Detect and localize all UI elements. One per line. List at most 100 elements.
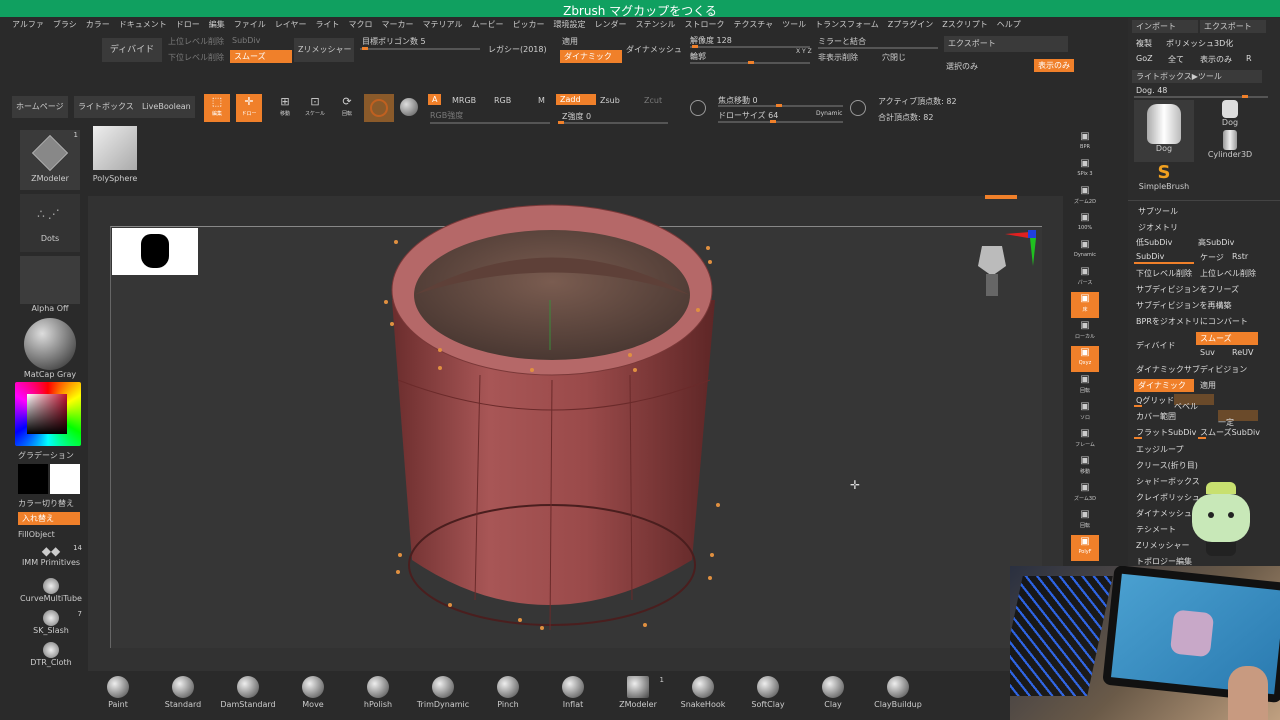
shelf-button-6[interactable]: ▣ 床 <box>1071 292 1099 318</box>
rstr-button[interactable]: Rstr <box>1232 252 1248 261</box>
color-picker-square[interactable] <box>27 394 67 434</box>
make-polymesh-button[interactable]: ポリメッシュ3D化 <box>1166 38 1233 49</box>
hide-delete-button[interactable]: 非表示削除 <box>818 52 858 63</box>
shelf-button-10[interactable]: ▣ ソロ <box>1071 400 1099 426</box>
shelf-button-5[interactable]: ▣ パース <box>1071 265 1099 291</box>
menu-item[interactable]: ピッカー <box>512 19 544 30</box>
navigation-thumbnail[interactable] <box>112 228 198 275</box>
focal-shift-knob[interactable] <box>776 104 782 107</box>
qgrid-slider-knob[interactable] <box>1134 405 1142 407</box>
delete-lower-button[interactable]: 下位レベル削除 <box>1136 268 1192 279</box>
brush-zmodeler[interactable]: ZModeler 1 <box>608 676 668 716</box>
cylinder3d-thumb[interactable]: Cylinder3D <box>1200 130 1260 160</box>
cage-button[interactable]: ケージ <box>1200 252 1224 263</box>
primary-color-swatch[interactable] <box>18 464 48 494</box>
shelf-button-11[interactable]: ▣ フレーム <box>1071 427 1099 453</box>
resolution-track[interactable] <box>690 46 810 48</box>
subdiv-slider-bar[interactable] <box>1134 262 1194 264</box>
apply-button[interactable]: 適用 <box>562 36 578 47</box>
s-circle-icon[interactable] <box>690 100 706 116</box>
dog-slider[interactable]: Dog. 48 <box>1136 86 1167 95</box>
resolution-knob[interactable] <box>692 45 698 48</box>
simplebrush-thumb[interactable]: S SimpleBrush <box>1134 164 1194 194</box>
dynamic-toggle[interactable]: ダイナミック <box>560 50 622 63</box>
target-polygons-slider[interactable]: 目標ポリゴン数 5 <box>362 36 426 47</box>
brush-trimdynamic[interactable]: TrimDynamic <box>413 676 473 716</box>
suv-toggle[interactable]: Suv <box>1200 348 1215 357</box>
brush-pinch[interactable]: Pinch <box>478 676 538 716</box>
freeze-subdiv-button[interactable]: サブディビジョンをフリーズ <box>1136 284 1239 295</box>
shelf-button-2[interactable]: ▣ ズーム2D <box>1071 184 1099 210</box>
zremesher-header[interactable]: Zリメッシャー <box>1136 540 1189 551</box>
brush-snakehook[interactable]: SnakeHook <box>673 676 733 716</box>
sk-slash-thumb[interactable]: 7 SK_Slash <box>20 610 82 640</box>
menu-item[interactable]: ドキュメント <box>119 19 167 30</box>
zadd-toggle[interactable]: Zadd <box>556 94 596 105</box>
shelf-button-3[interactable]: ▣ 100% <box>1071 211 1099 237</box>
subdiv-toggle[interactable]: SubDiv <box>232 36 260 45</box>
clone-button[interactable]: 複製 <box>1136 38 1152 49</box>
goz-all-button[interactable]: 全て <box>1168 54 1184 65</box>
dynamic-size-toggle[interactable]: Dynamic <box>816 110 842 117</box>
mrgb-toggle[interactable]: MRGB <box>452 96 476 105</box>
z-intensity-track[interactable] <box>558 122 668 124</box>
shelf-button-7[interactable]: ▣ ローカル <box>1071 319 1099 345</box>
material-swatch[interactable] <box>364 94 394 122</box>
visible-only-toggle[interactable]: 表示のみ <box>1034 59 1074 72</box>
reuv-toggle[interactable]: ReUV <box>1232 348 1253 357</box>
menu-item[interactable]: トランスフォーム <box>815 19 879 30</box>
menu-item[interactable]: ドロー <box>176 19 200 30</box>
constant-toggle[interactable]: 一定 <box>1218 410 1258 427</box>
geometry-header[interactable]: ジオメトリ <box>1138 222 1178 233</box>
dog-tool-thumb[interactable]: Dog <box>1134 100 1194 162</box>
texture-sphere-icon[interactable] <box>400 98 418 116</box>
gradient-label[interactable]: グラデーション <box>18 450 74 461</box>
menu-item[interactable]: レンダー <box>594 19 626 30</box>
move-mode-button[interactable]: ⊞ 移動 <box>272 94 298 122</box>
xyz-axis-toggle[interactable]: X Y Z <box>796 48 812 55</box>
dog-slider-knob[interactable] <box>1242 95 1248 98</box>
curve-thumb[interactable]: CurveMultiTube <box>20 578 82 608</box>
flat-subdiv-slider[interactable]: フラットSubDiv <box>1136 427 1196 438</box>
goz-button[interactable]: GoZ <box>1136 54 1153 63</box>
menu-item[interactable]: マテリアル <box>423 19 463 30</box>
swap-button[interactable]: 入れ替え <box>18 512 80 525</box>
dynamic-subdiv-header[interactable]: ダイナミックサブディビジョン <box>1136 364 1247 375</box>
color-picker[interactable] <box>15 382 81 446</box>
export-button[interactable]: エクスポート <box>944 36 1068 52</box>
menu-item[interactable]: アルファ <box>12 19 44 30</box>
menu-item[interactable]: マクロ <box>349 19 373 30</box>
blur-knob[interactable] <box>748 61 754 64</box>
smooth-subdiv-slider[interactable]: スムーズSubDiv <box>1200 427 1260 438</box>
shelf-button-15[interactable]: ▣ PolyF <box>1071 535 1099 561</box>
shelf-button-13[interactable]: ▣ ズーム3D <box>1071 481 1099 507</box>
goz-visible-button[interactable]: 表示のみ <box>1200 54 1232 65</box>
menu-item[interactable]: ファイル <box>234 19 266 30</box>
polysphere-thumb[interactable]: PolySphere <box>88 126 142 186</box>
dynamesh-header[interactable]: ダイナメッシュ <box>1136 508 1192 519</box>
shelf-button-4[interactable]: ▣ Dynamic <box>1071 238 1099 264</box>
menu-item[interactable]: ヘルプ <box>997 19 1021 30</box>
rgb-intensity-slider[interactable]: RGB強度 <box>430 110 463 121</box>
mirror-weld-button[interactable]: ミラーと結合 <box>818 36 866 47</box>
bevel-toggle[interactable]: ベベル <box>1174 394 1214 411</box>
draw-size-track[interactable] <box>718 121 843 123</box>
stroke-dots-thumb[interactable]: ∴⋰ Dots <box>20 194 80 252</box>
lightbox-button[interactable]: ライトボックス <box>74 96 138 118</box>
rotate-mode-button[interactable]: ⟳ 回転 <box>334 94 360 122</box>
brush-softclay[interactable]: SoftClay <box>738 676 798 716</box>
tessimate-header[interactable]: テシメート <box>1136 524 1176 535</box>
menu-item[interactable]: カラー <box>86 19 110 30</box>
divide-tool-button[interactable]: ディバイド <box>1136 340 1175 351</box>
rgb-intensity-track[interactable] <box>430 122 550 124</box>
brush-paint[interactable]: Paint <box>88 676 148 716</box>
alpha-thumb[interactable]: Alpha Off <box>20 256 80 314</box>
menu-item[interactable]: マーカー <box>382 19 414 30</box>
blur-slider[interactable]: 輪郭 <box>690 51 706 62</box>
zsub-toggle[interactable]: Zsub <box>600 96 620 105</box>
brush-standard[interactable]: Standard <box>153 676 213 716</box>
brush-hpolish[interactable]: hPolish <box>348 676 408 716</box>
orientation-gizmo[interactable] <box>970 226 1045 306</box>
reconstruct-subdiv-button[interactable]: サブディビジョンを再構築 <box>1136 300 1231 311</box>
draw-size-knob[interactable] <box>770 120 776 123</box>
